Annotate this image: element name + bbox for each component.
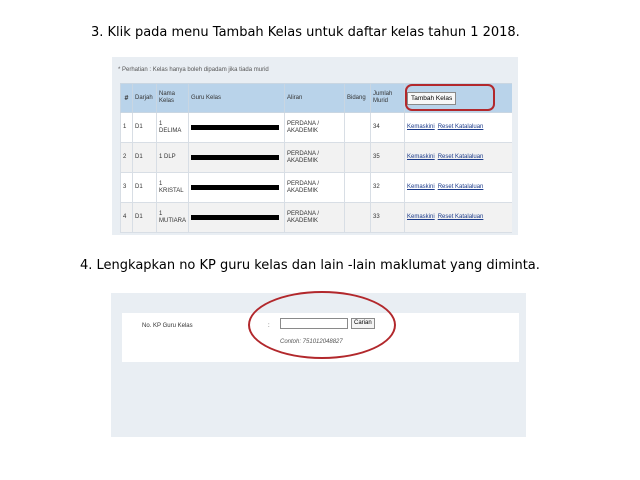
row-nama-kelas: 1 KRISTAL: [156, 172, 189, 203]
row-bidang: [344, 172, 371, 203]
row-actions: Kemaskini Reset Katalaluan: [404, 172, 512, 203]
redacted-name: [191, 155, 279, 160]
row-jumlah-murid: 35: [370, 142, 405, 173]
notice-text: * Perhatian : Kelas hanya boleh dipadam …: [118, 67, 269, 73]
tambah-kelas-button[interactable]: Tambah Kelas: [407, 91, 457, 105]
kp-input[interactable]: [280, 318, 348, 329]
col-header-bidang: Bidang: [344, 83, 371, 113]
row-aliran: PERDANA / AKADEMIK: [284, 172, 345, 203]
reset-katalaluan-link[interactable]: Reset Katalaluan: [438, 154, 484, 160]
table-row: 2 D1 1 DLP PERDANA / AKADEMIK 35 Kemaski…: [120, 142, 512, 173]
kp-colon: :: [268, 323, 270, 329]
teacher-search-panel: No. KP Guru Kelas : Carian Contoh: 75101…: [111, 293, 526, 437]
search-form: No. KP Guru Kelas : Carian Contoh: 75101…: [122, 313, 519, 362]
row-darjah: D1: [132, 142, 157, 173]
row-number: 2: [120, 142, 133, 173]
redacted-name: [191, 125, 279, 130]
row-darjah: D1: [132, 202, 157, 233]
row-bidang: [344, 142, 371, 173]
row-darjah: D1: [132, 172, 157, 203]
row-aliran: PERDANA / AKADEMIK: [284, 202, 345, 233]
table-header-row: # Darjah Nama Kelas Guru Kelas Aliran Bi…: [120, 83, 512, 113]
row-jumlah-murid: 33: [370, 202, 405, 233]
reset-katalaluan-link[interactable]: Reset Katalaluan: [438, 124, 484, 130]
row-bidang: [344, 202, 371, 233]
col-header-guru-kelas: Guru Kelas: [188, 83, 285, 113]
class-list-panel: * Perhatian : Kelas hanya boleh dipadam …: [112, 57, 518, 235]
row-nama-kelas: 1 MUTIARA: [156, 202, 189, 233]
carian-button[interactable]: Carian: [351, 318, 375, 329]
class-table-container: # Darjah Nama Kelas Guru Kelas Aliran Bi…: [120, 83, 512, 235]
col-header-aliran: Aliran: [284, 83, 345, 113]
row-nama-kelas: 1 DLP: [156, 142, 189, 173]
table-row: 4 D1 1 MUTIARA PERDANA / AKADEMIK 33 Kem…: [120, 202, 512, 233]
kemaskini-link[interactable]: Kemaskini: [407, 184, 435, 190]
row-bidang: [344, 112, 371, 143]
row-guru-kelas: [188, 112, 285, 143]
reset-katalaluan-link[interactable]: Reset Katalaluan: [438, 214, 484, 220]
class-table: # Darjah Nama Kelas Guru Kelas Aliran Bi…: [120, 83, 512, 233]
row-number: 3: [120, 172, 133, 203]
row-actions: Kemaskini Reset Katalaluan: [404, 112, 512, 143]
example-hint: Contoh: 751012048827: [280, 339, 343, 345]
table-row: 1 D1 1 DELIMA PERDANA / AKADEMIK 34 Kema…: [120, 112, 512, 143]
col-header-number: #: [120, 83, 133, 113]
col-header-darjah: Darjah: [132, 83, 157, 113]
table-row: 3 D1 1 KRISTAL PERDANA / AKADEMIK 32 Kem…: [120, 172, 512, 203]
kemaskini-link[interactable]: Kemaskini: [407, 154, 435, 160]
row-aliran: PERDANA / AKADEMIK: [284, 112, 345, 143]
row-guru-kelas: [188, 172, 285, 203]
col-header-jumlah-murid: Jumlah Murid: [370, 83, 405, 113]
row-jumlah-murid: 34: [370, 112, 405, 143]
col-header-nama-kelas: Nama Kelas: [156, 83, 189, 113]
kp-label: No. KP Guru Kelas: [142, 323, 193, 329]
kemaskini-link[interactable]: Kemaskini: [407, 124, 435, 130]
row-guru-kelas: [188, 142, 285, 173]
redacted-name: [191, 215, 279, 220]
row-actions: Kemaskini Reset Katalaluan: [404, 142, 512, 173]
step3-heading: 3. Klik pada menu Tambah Kelas untuk daf…: [91, 25, 520, 40]
row-guru-kelas: [188, 202, 285, 233]
row-aliran: PERDANA / AKADEMIK: [284, 142, 345, 173]
row-number: 4: [120, 202, 133, 233]
redacted-name: [191, 185, 279, 190]
step4-heading: 4. Lengkapkan no KP guru kelas dan lain …: [80, 258, 540, 273]
row-actions: Kemaskini Reset Katalaluan: [404, 202, 512, 233]
row-number: 1: [120, 112, 133, 143]
row-nama-kelas: 1 DELIMA: [156, 112, 189, 143]
reset-katalaluan-link[interactable]: Reset Katalaluan: [438, 184, 484, 190]
kemaskini-link[interactable]: Kemaskini: [407, 214, 435, 220]
row-jumlah-murid: 32: [370, 172, 405, 203]
row-darjah: D1: [132, 112, 157, 143]
col-header-actions: Tambah Kelas: [404, 83, 512, 113]
